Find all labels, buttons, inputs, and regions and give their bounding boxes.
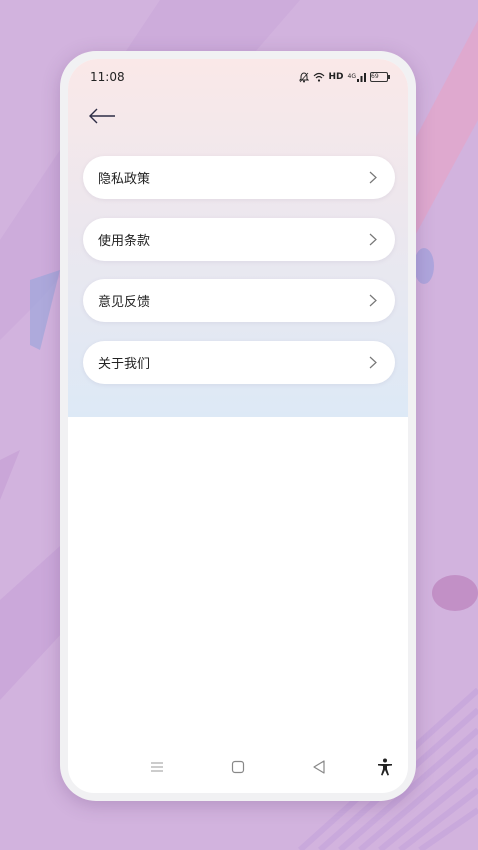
status-bar: 11:08 HD 4G 69: [68, 59, 408, 95]
system-nav-bar: [68, 741, 408, 793]
phone-frame: 11:08 HD 4G 69 隐私政策 使用条款 意见反馈 关于我们: [60, 51, 416, 801]
bell-icon: [298, 71, 309, 83]
menu-icon: [151, 762, 163, 772]
arrow-left-icon: [89, 108, 115, 124]
status-icons: HD 4G 69: [298, 70, 390, 84]
recent-apps-button[interactable]: [145, 755, 169, 779]
menu-item-about-us[interactable]: 关于我们: [83, 340, 395, 384]
chevron-right-icon: [369, 294, 377, 307]
accessibility-icon: [378, 758, 392, 776]
signal-label: 4G: [347, 73, 356, 80]
nav-back-button[interactable]: [307, 755, 331, 779]
app-screen: 11:08 HD 4G 69 隐私政策 使用条款 意见反馈 关于我们: [68, 59, 408, 793]
chevron-right-icon: [369, 356, 377, 368]
home-button[interactable]: [226, 755, 250, 779]
chevron-right-icon: [369, 171, 377, 184]
accessibility-button[interactable]: [373, 755, 397, 779]
menu-item-label: 意见反馈: [98, 295, 151, 310]
home-icon: [231, 760, 245, 774]
menu-item-privacy-policy[interactable]: 隐私政策: [83, 156, 395, 199]
menu-item-feedback[interactable]: 意见反馈: [83, 279, 395, 322]
network-label: HD: [328, 72, 344, 82]
menu-item-terms-of-use[interactable]: 使用条款: [83, 217, 395, 261]
settings-menu: 隐私政策 使用条款 意见反馈 关于我们: [83, 156, 395, 402]
wifi-icon: [313, 72, 325, 82]
menu-item-label: 使用条款: [98, 233, 151, 249]
battery-icon: 69: [370, 72, 390, 82]
menu-item-label: 关于我们: [98, 356, 151, 372]
menu-item-label: 隐私政策: [98, 172, 151, 187]
battery-level: 69: [371, 73, 379, 80]
back-triangle-icon: [313, 760, 325, 774]
signal-icon: 4G: [347, 72, 366, 82]
back-button[interactable]: [84, 101, 120, 131]
chevron-right-icon: [369, 233, 377, 245]
status-time: 11:08: [90, 70, 125, 84]
